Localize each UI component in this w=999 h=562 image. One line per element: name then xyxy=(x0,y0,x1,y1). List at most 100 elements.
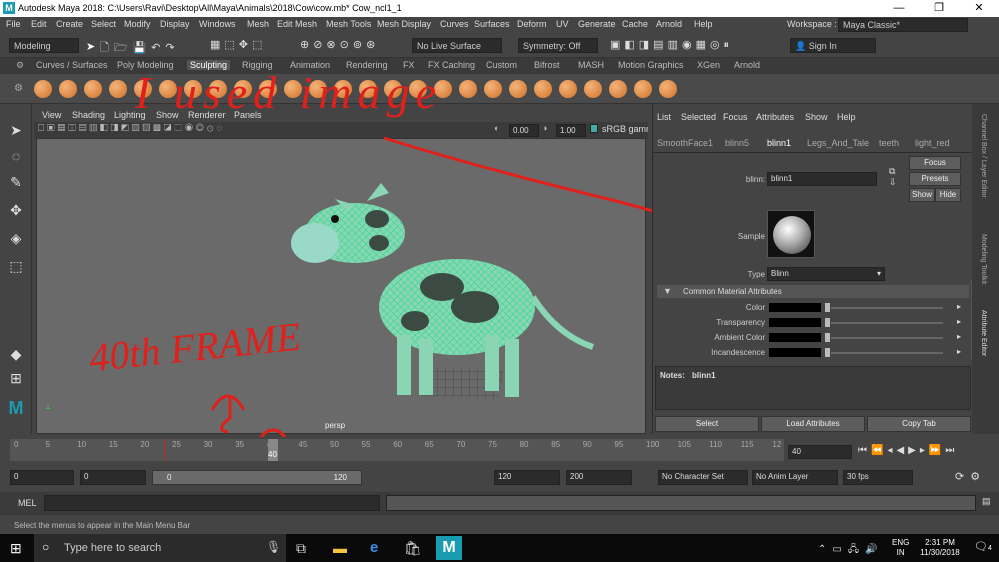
symmetry-select[interactable]: Symmetry: Off xyxy=(518,38,598,53)
attr-swatch[interactable] xyxy=(769,333,821,342)
character-set-select[interactable]: No Character Set xyxy=(658,470,748,485)
maya-taskbar-icon[interactable]: M xyxy=(436,536,462,560)
focus-icons[interactable]: ⧉ ⇩ xyxy=(889,166,897,188)
panel-menu-show[interactable]: Show xyxy=(156,110,179,120)
attr-slider-handle[interactable] xyxy=(825,303,830,312)
rotate-tool-icon[interactable]: ◈ xyxy=(6,228,26,248)
shelf-tab-curves-surfaces[interactable]: Curves / Surfaces xyxy=(36,60,108,70)
copy-tab-button[interactable]: Copy Tab xyxy=(867,416,971,432)
sculpt-brush-icon[interactable] xyxy=(234,80,252,98)
gamma-field[interactable]: 1.00 xyxy=(556,124,586,137)
presets-button[interactable]: Presets xyxy=(909,172,961,186)
attr-menu-help[interactable]: Help xyxy=(837,112,856,122)
menu-modify[interactable]: Modify xyxy=(124,19,151,29)
timeline-track[interactable]: 0 5 10 15 20 25 30 35 40 45 50 55 60 65 70 75 80 85 90 95 10… xyxy=(10,439,784,461)
sculpt-brush-icon[interactable] xyxy=(609,80,627,98)
colorspace-label[interactable]: sRGB gamma xyxy=(602,124,648,134)
sculpt-brush-icon[interactable] xyxy=(384,80,402,98)
sculpt-brush-icon[interactable] xyxy=(584,80,602,98)
attr-slider-handle[interactable] xyxy=(825,348,830,357)
minimize-button[interactable]: — xyxy=(879,0,919,17)
menu-display[interactable]: Display xyxy=(160,19,190,29)
sculpt-brush-icon[interactable] xyxy=(459,80,477,98)
sculpt-brush-icon[interactable] xyxy=(284,80,302,98)
show-button[interactable]: Show xyxy=(909,188,935,202)
edge-browser-icon[interactable]: e xyxy=(370,539,378,556)
layout-four-icon[interactable]: ⊞ xyxy=(6,368,26,388)
sculpt-brush-icon[interactable] xyxy=(34,80,52,98)
menuset-select[interactable]: Modeling xyxy=(9,38,79,53)
sculpt-brush-icon[interactable] xyxy=(309,80,327,98)
side-tab-attribute-editor[interactable]: Attribute Editor xyxy=(980,310,987,356)
playback-end-field[interactable]: 120 xyxy=(494,470,560,485)
menu-curves[interactable]: Curves xyxy=(440,19,469,29)
shelf-tab-fx-caching[interactable]: FX Caching xyxy=(428,60,475,70)
shelf-tab-fx[interactable]: FX xyxy=(403,60,415,70)
sculpt-brush-icon[interactable] xyxy=(559,80,577,98)
attr-slider[interactable] xyxy=(831,337,943,339)
sculpt-brush-icon[interactable] xyxy=(409,80,427,98)
notification-icon[interactable]: 🗨4 xyxy=(974,540,992,553)
panel-menu-lighting[interactable]: Lighting xyxy=(114,110,146,120)
perspective-viewport[interactable]: ⊥ persp xyxy=(36,138,646,434)
system-tray-icons[interactable]: ⌃▭🖧🔊 xyxy=(818,542,883,559)
gear-icon[interactable]: ⚙ xyxy=(16,60,24,71)
menu-mesh-tools[interactable]: Mesh Tools xyxy=(326,19,371,29)
paint-select-icon[interactable]: ✎ xyxy=(6,172,26,192)
clock[interactable]: 2:31 PM 11/30/2018 xyxy=(914,538,966,558)
menu-generate[interactable]: Generate xyxy=(578,19,616,29)
shelf-tab-motion-graphics[interactable]: Motion Graphics xyxy=(618,60,684,70)
attr-slider[interactable] xyxy=(831,307,943,309)
menu-mesh[interactable]: Mesh xyxy=(247,19,269,29)
current-frame-field[interactable]: 40 xyxy=(788,445,852,459)
panel-menu-renderer[interactable]: Renderer xyxy=(188,110,226,120)
attr-tab-teeth[interactable]: teeth xyxy=(879,138,899,148)
side-tab-modeling-toolkit[interactable]: Modeling Toolkit xyxy=(980,234,987,284)
menu-deform[interactable]: Deform xyxy=(517,19,547,29)
shelf-tab-rigging[interactable]: Rigging xyxy=(242,60,273,70)
sculpt-brush-icon[interactable] xyxy=(109,80,127,98)
scale-tool-icon[interactable]: ⬚ xyxy=(6,256,26,276)
attr-menu-list[interactable]: List xyxy=(657,112,671,122)
sculpt-brush-icon[interactable] xyxy=(59,80,77,98)
attr-slider[interactable] xyxy=(831,352,943,354)
time-slider[interactable]: 0 5 10 15 20 25 30 35 40 45 50 55 60 65 70 75 80 85 90 95 10… xyxy=(0,437,999,467)
end-frame-field[interactable]: 200 xyxy=(566,470,632,485)
type-select[interactable]: Blinn ▾ xyxy=(767,267,885,281)
select-button[interactable]: Select xyxy=(655,416,759,432)
load-attributes-button[interactable]: Load Attributes xyxy=(761,416,865,432)
file-explorer-icon[interactable]: ▬ xyxy=(333,540,347,556)
anim-layer-select[interactable]: No Anim Layer xyxy=(752,470,838,485)
shelf-tab-poly-modeling[interactable]: Poly Modeling xyxy=(117,60,174,70)
script-editor-icon[interactable]: ▤ xyxy=(982,496,991,507)
attr-tab-blinn5[interactable]: blinn5 xyxy=(725,138,749,148)
move-tool-icon[interactable]: ✥ xyxy=(6,200,26,220)
attr-slider-handle[interactable] xyxy=(825,333,830,342)
menu-uv[interactable]: UV xyxy=(556,19,569,29)
attr-menu-show[interactable]: Show xyxy=(805,112,828,122)
render-icons[interactable]: ▣◧◨▤▥◉▦◎⏸ xyxy=(610,38,733,52)
attr-tab-legs-and-tale[interactable]: Legs_And_Tale xyxy=(807,138,869,148)
notes-area[interactable]: Notes: blinn1 xyxy=(655,366,971,410)
microphone-icon[interactable]: 🎙 xyxy=(266,540,281,554)
cow-wireframe-model[interactable] xyxy=(37,139,646,434)
layout-single-icon[interactable]: ◆ xyxy=(6,344,26,364)
search-box[interactable]: ○ Type here to search 🎙 xyxy=(34,534,286,562)
attr-swatch[interactable] xyxy=(769,348,821,357)
attr-tab-light-red[interactable]: light_red xyxy=(915,138,950,148)
menu-file[interactable]: File xyxy=(6,19,21,29)
attr-swatch[interactable] xyxy=(769,303,821,312)
map-button-icon[interactable]: ▸ xyxy=(947,302,961,311)
sculpt-brush-icon[interactable] xyxy=(209,80,227,98)
select-tool-icon[interactable]: ➤ xyxy=(6,120,26,140)
sculpt-brush-icon[interactable] xyxy=(159,80,177,98)
section-header[interactable]: ▼ Common Material Attributes xyxy=(657,285,969,298)
menu-windows[interactable]: Windows xyxy=(199,19,236,29)
playback-controls-icons[interactable]: ⏮⏪◂◀▶▸⏩⏭ xyxy=(858,445,958,456)
focus-button[interactable]: Focus xyxy=(909,156,961,170)
attr-menu-focus[interactable]: Focus xyxy=(723,112,748,122)
shelf-tab-animation[interactable]: Animation xyxy=(290,60,330,70)
menu-help[interactable]: Help xyxy=(694,19,713,29)
workspace-select[interactable]: Maya Classic* xyxy=(838,18,968,32)
menu-edit-mesh[interactable]: Edit Mesh xyxy=(277,19,317,29)
